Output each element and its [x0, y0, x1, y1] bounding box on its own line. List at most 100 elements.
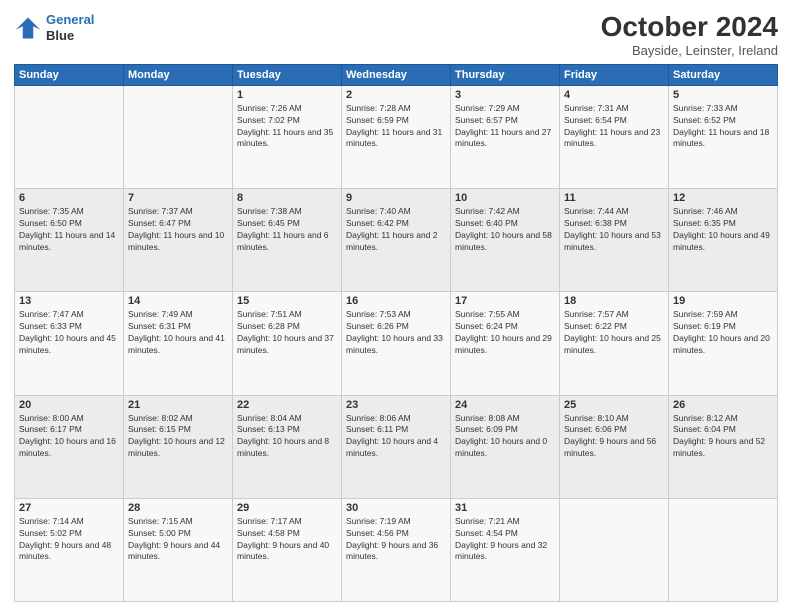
calendar-cell: 13 Sunrise: 7:47 AM Sunset: 6:33 PM Dayli… [15, 292, 124, 395]
calendar-cell: 8Sunrise: 7:38 AM Sunset: 6:45 PM Daylig… [233, 189, 342, 292]
calendar-cell: 18Sunrise: 7:57 AM Sunset: 6:22 PM Dayli… [560, 292, 669, 395]
day-info: Sunrise: 7:31 AM Sunset: 6:54 PM Dayligh… [564, 103, 664, 151]
day-number: 9 [346, 192, 446, 204]
day-info: Sunrise: 7:15 AM Sunset: 5:00 PM Dayligh… [128, 516, 228, 564]
calendar-cell: 11 Sunrise: 7:44 AM Sunset: 6:38 PM Dayli… [560, 189, 669, 292]
calendar-week-row: 13 Sunrise: 7:47 AM Sunset: 6:33 PM Dayli… [15, 292, 778, 395]
day-info: Sunrise: 8:00 AM Sunset: 6:17 PM Dayligh… [19, 413, 119, 461]
main-title: October 2024 [601, 12, 778, 43]
calendar: SundayMondayTuesdayWednesdayThursdayFrid… [14, 64, 778, 602]
title-block: October 2024 Bayside, Leinster, Ireland [601, 12, 778, 58]
day-header-saturday: Saturday [669, 64, 778, 85]
day-info: Sunrise: 7:40 AM Sunset: 6:42 PM Dayligh… [346, 206, 446, 254]
calendar-cell: 24 Sunrise: 8:08 AM Sunset: 6:09 PM Dayli… [451, 395, 560, 498]
day-info: Sunrise: 8:12 AM Sunset: 6:04 PM Dayligh… [673, 413, 773, 461]
day-number: 10 [455, 192, 555, 204]
day-header-sunday: Sunday [15, 64, 124, 85]
day-info: Sunrise: 7:42 AM Sunset: 6:40 PM Dayligh… [455, 206, 555, 254]
calendar-week-row: 1 Sunrise: 7:26 AM Sunset: 7:02 PM Daylig… [15, 85, 778, 188]
day-header-thursday: Thursday [451, 64, 560, 85]
calendar-cell: 1 Sunrise: 7:26 AM Sunset: 7:02 PM Daylig… [233, 85, 342, 188]
day-number: 19 [673, 295, 773, 307]
calendar-cell: 2 Sunrise: 7:28 AM Sunset: 6:59 PM Daylig… [342, 85, 451, 188]
day-header-wednesday: Wednesday [342, 64, 451, 85]
day-number: 23 [346, 399, 446, 411]
day-info: Sunrise: 7:49 AM Sunset: 6:31 PM Dayligh… [128, 309, 228, 357]
calendar-cell: 30 Sunrise: 7:19 AM Sunset: 4:56 PM Dayli… [342, 498, 451, 601]
day-info: Sunrise: 8:08 AM Sunset: 6:09 PM Dayligh… [455, 413, 555, 461]
calendar-cell: 29 Sunrise: 7:17 AM Sunset: 4:58 PM Dayli… [233, 498, 342, 601]
day-number: 1 [237, 89, 337, 101]
calendar-cell: 27Sunrise: 7:14 AM Sunset: 5:02 PM Dayli… [15, 498, 124, 601]
logo-text: General Blue [46, 12, 94, 43]
day-number: 15 [237, 295, 337, 307]
day-info: Sunrise: 7:28 AM Sunset: 6:59 PM Dayligh… [346, 103, 446, 151]
page: General Blue October 2024 Bayside, Leins… [0, 0, 792, 612]
day-info: Sunrise: 7:38 AM Sunset: 6:45 PM Dayligh… [237, 206, 337, 254]
day-number: 3 [455, 89, 555, 101]
day-number: 6 [19, 192, 119, 204]
day-number: 16 [346, 295, 446, 307]
day-header-tuesday: Tuesday [233, 64, 342, 85]
logo: General Blue [14, 12, 94, 43]
day-info: Sunrise: 7:21 AM Sunset: 4:54 PM Dayligh… [455, 516, 555, 564]
day-number: 12 [673, 192, 773, 204]
day-header-friday: Friday [560, 64, 669, 85]
calendar-cell [15, 85, 124, 188]
calendar-cell: 23 Sunrise: 8:06 AM Sunset: 6:11 PM Dayli… [342, 395, 451, 498]
day-number: 25 [564, 399, 664, 411]
calendar-cell: 4 Sunrise: 7:31 AM Sunset: 6:54 PM Daylig… [560, 85, 669, 188]
logo-icon [14, 14, 42, 42]
day-info: Sunrise: 7:14 AM Sunset: 5:02 PM Dayligh… [19, 516, 119, 564]
calendar-cell: 17Sunrise: 7:55 AM Sunset: 6:24 PM Dayli… [451, 292, 560, 395]
calendar-cell: 14 Sunrise: 7:49 AM Sunset: 6:31 PM Dayli… [124, 292, 233, 395]
calendar-cell: 16Sunrise: 7:53 AM Sunset: 6:26 PM Dayli… [342, 292, 451, 395]
day-info: Sunrise: 8:06 AM Sunset: 6:11 PM Dayligh… [346, 413, 446, 461]
day-number: 30 [346, 502, 446, 514]
calendar-cell: 15 Sunrise: 7:51 AM Sunset: 6:28 PM Dayli… [233, 292, 342, 395]
calendar-cell: 3 Sunrise: 7:29 AM Sunset: 6:57 PM Daylig… [451, 85, 560, 188]
calendar-cell: 5 Sunrise: 7:33 AM Sunset: 6:52 PM Daylig… [669, 85, 778, 188]
day-info: Sunrise: 7:46 AM Sunset: 6:35 PM Dayligh… [673, 206, 773, 254]
calendar-cell: 25Sunrise: 8:10 AM Sunset: 6:06 PM Dayli… [560, 395, 669, 498]
calendar-cell [560, 498, 669, 601]
day-number: 28 [128, 502, 228, 514]
calendar-cell [124, 85, 233, 188]
day-info: Sunrise: 7:59 AM Sunset: 6:19 PM Dayligh… [673, 309, 773, 357]
day-number: 14 [128, 295, 228, 307]
calendar-cell: 28 Sunrise: 7:15 AM Sunset: 5:00 PM Dayli… [124, 498, 233, 601]
calendar-week-row: 20 Sunrise: 8:00 AM Sunset: 6:17 PM Dayli… [15, 395, 778, 498]
day-info: Sunrise: 7:44 AM Sunset: 6:38 PM Dayligh… [564, 206, 664, 254]
day-info: Sunrise: 7:29 AM Sunset: 6:57 PM Dayligh… [455, 103, 555, 151]
calendar-cell: 22Sunrise: 8:04 AM Sunset: 6:13 PM Dayli… [233, 395, 342, 498]
day-number: 20 [19, 399, 119, 411]
day-info: Sunrise: 7:35 AM Sunset: 6:50 PM Dayligh… [19, 206, 119, 254]
day-number: 24 [455, 399, 555, 411]
day-info: Sunrise: 7:37 AM Sunset: 6:47 PM Dayligh… [128, 206, 228, 254]
day-info: Sunrise: 7:26 AM Sunset: 7:02 PM Dayligh… [237, 103, 337, 151]
calendar-cell: 6 Sunrise: 7:35 AM Sunset: 6:50 PM Daylig… [15, 189, 124, 292]
day-number: 5 [673, 89, 773, 101]
day-info: Sunrise: 7:33 AM Sunset: 6:52 PM Dayligh… [673, 103, 773, 151]
day-number: 31 [455, 502, 555, 514]
day-info: Sunrise: 7:51 AM Sunset: 6:28 PM Dayligh… [237, 309, 337, 357]
day-info: Sunrise: 8:04 AM Sunset: 6:13 PM Dayligh… [237, 413, 337, 461]
calendar-cell: 9 Sunrise: 7:40 AM Sunset: 6:42 PM Daylig… [342, 189, 451, 292]
day-number: 2 [346, 89, 446, 101]
calendar-cell: 26Sunrise: 8:12 AM Sunset: 6:04 PM Dayli… [669, 395, 778, 498]
day-number: 11 [564, 192, 664, 204]
day-info: Sunrise: 8:02 AM Sunset: 6:15 PM Dayligh… [128, 413, 228, 461]
calendar-cell: 7Sunrise: 7:37 AM Sunset: 6:47 PM Daylig… [124, 189, 233, 292]
day-info: Sunrise: 7:17 AM Sunset: 4:58 PM Dayligh… [237, 516, 337, 564]
day-number: 13 [19, 295, 119, 307]
day-number: 29 [237, 502, 337, 514]
calendar-header-row: SundayMondayTuesdayWednesdayThursdayFrid… [15, 64, 778, 85]
day-info: Sunrise: 7:19 AM Sunset: 4:56 PM Dayligh… [346, 516, 446, 564]
subtitle: Bayside, Leinster, Ireland [601, 43, 778, 58]
day-info: Sunrise: 7:47 AM Sunset: 6:33 PM Dayligh… [19, 309, 119, 357]
calendar-cell: 21Sunrise: 8:02 AM Sunset: 6:15 PM Dayli… [124, 395, 233, 498]
day-number: 18 [564, 295, 664, 307]
calendar-cell: 31 Sunrise: 7:21 AM Sunset: 4:54 PM Dayli… [451, 498, 560, 601]
day-number: 4 [564, 89, 664, 101]
header: General Blue October 2024 Bayside, Leins… [14, 12, 778, 58]
